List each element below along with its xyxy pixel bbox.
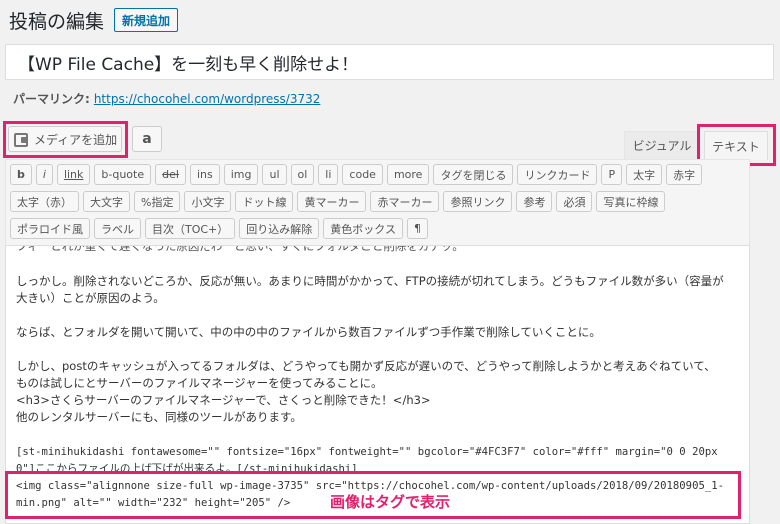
editor-line-1: しっかし。削除されないどころか、反応が無い。あまりに時間がかかって、FTPの接続… xyxy=(16,274,724,288)
qt-toc-button[interactable]: 目次（TOC+） xyxy=(145,218,236,239)
qt-close-tags-button[interactable]: タグを閉じる xyxy=(433,164,514,185)
qt-p-button[interactable]: P xyxy=(601,164,623,185)
qt-clear-float-button[interactable]: 回り込み解除 xyxy=(239,218,320,239)
editor-line-4: しかし、postのキャッシュが入ってるフォルダは、どうやっても開かず反応が遅いの… xyxy=(16,359,716,373)
qt-bold-jp-button[interactable]: 太字 xyxy=(626,164,663,185)
post-title-input[interactable]: 【WP File Cache】を一刻も早く削除せよ！ xyxy=(5,44,774,80)
permalink: パーマリンク: https://chocohel.com/wordpress/3… xyxy=(13,90,320,107)
qt-photo-frame-button[interactable]: 写真に枠線 xyxy=(596,191,666,212)
quicktags-row-3: ポラロイド風 ラベル 目次（TOC+） 回り込み解除 黄色ボックス ¶ xyxy=(10,218,432,239)
qt-yellow-box-button[interactable]: 黄色ボックス xyxy=(323,218,403,239)
qt-red-marker-button[interactable]: 赤マーカー xyxy=(370,191,440,212)
editor-line-6: <h3>さくらサーバーのファイルマネージャーで、さくっと削除できた！</h3> xyxy=(16,393,431,407)
page-margin xyxy=(750,245,780,524)
qt-italic-button[interactable]: i xyxy=(35,164,53,185)
quicktags-toolbar: b i link b-quote del ins img ul ol li co… xyxy=(5,159,750,245)
qt-img-button[interactable]: img xyxy=(223,164,259,185)
highlight-add-media xyxy=(3,121,128,158)
qt-del-button[interactable]: del xyxy=(155,164,186,185)
qt-small-text-button[interactable]: 小文字 xyxy=(184,191,232,212)
amazon-button[interactable]: a xyxy=(132,126,162,152)
permalink-link[interactable]: https://chocohel.com/wordpress/3732 xyxy=(94,92,321,106)
qt-bold-red-button[interactable]: 太字（赤） xyxy=(10,191,79,212)
qt-red-text-button[interactable]: 赤字 xyxy=(666,164,703,185)
editor-line-7: 他のレンタルサーバーにも、同様のツールがあります。 xyxy=(16,410,302,424)
quicktags-row-1: b i link b-quote del ins img ul ol li co… xyxy=(10,164,706,185)
qt-code-button[interactable]: code xyxy=(342,164,383,185)
callout-label: 画像はタグで表示 xyxy=(330,493,451,511)
quicktags-row-2: 太字（赤） 大文字 %指定 小文字 ドット線 黄マーカー 赤マーカー 参照リンク… xyxy=(10,191,669,212)
qt-ul-button[interactable]: ul xyxy=(262,164,287,185)
heading-row: 投稿の編集 新規追加 xyxy=(9,6,179,34)
qt-yellow-marker-button[interactable]: 黄マーカー xyxy=(297,191,367,212)
qt-reference-button[interactable]: 参考 xyxy=(516,191,553,212)
qt-paragraph-button[interactable]: ¶ xyxy=(406,218,428,239)
editor-line-5: ものは試しにとサーバーのファイルマネージャーを使ってみることに。 xyxy=(16,376,383,390)
editor-line-2: 大きい）ことが原因のよう。 xyxy=(16,291,165,305)
qt-link-button[interactable]: link xyxy=(56,164,91,185)
qt-large-text-button[interactable]: 大文字 xyxy=(83,191,130,212)
qt-polaroid-button[interactable]: ポラロイド風 xyxy=(10,218,90,239)
qt-li-button[interactable]: li xyxy=(318,164,339,185)
add-new-button[interactable]: 新規追加 xyxy=(114,8,179,32)
qt-ref-link-button[interactable]: 参照リンク xyxy=(443,191,513,212)
qt-percent-size-button[interactable]: %指定 xyxy=(134,191,181,212)
tab-visual[interactable]: ビジュアル xyxy=(624,131,700,159)
page-title: 投稿の編集 xyxy=(9,10,105,33)
qt-label-button[interactable]: ラベル xyxy=(94,218,141,239)
qt-required-button[interactable]: 必須 xyxy=(556,191,593,212)
qt-link-card-button[interactable]: リンクカード xyxy=(517,164,598,185)
permalink-label: パーマリンク: xyxy=(13,92,90,106)
qt-dotted-line-button[interactable]: ドット線 xyxy=(235,191,294,212)
editor-line-8: [st-minihukidashi fontawesome="" fontsiz… xyxy=(16,446,718,458)
qt-bold-button[interactable]: b xyxy=(10,164,32,185)
editor-line-cut: フィーとれが重くて遅くなった原因だわーと思い、すぐにフォルダごと削除をカチッ。 xyxy=(16,245,464,253)
qt-ins-button[interactable]: ins xyxy=(189,164,220,185)
editor-line-3: ならば、とフォルダを開いて開いて、中の中の中のファイルから数百ファイルずつ手作業… xyxy=(16,325,601,339)
qt-bquote-button[interactable]: b-quote xyxy=(94,164,152,185)
qt-more-button[interactable]: more xyxy=(386,164,430,185)
qt-ol-button[interactable]: ol xyxy=(290,164,315,185)
